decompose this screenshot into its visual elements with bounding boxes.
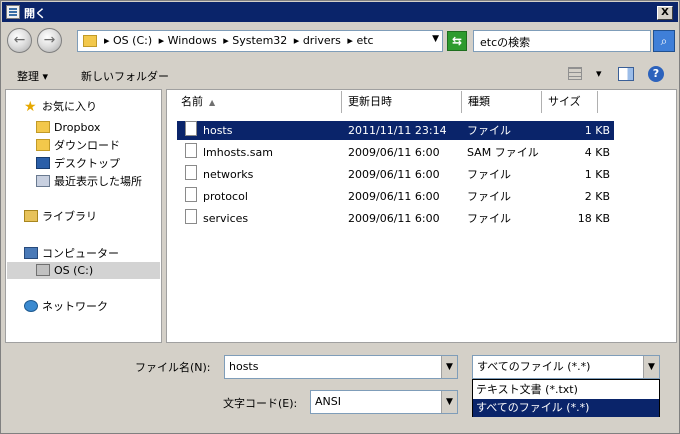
sidebar-item-libraries[interactable]: ライブラリ [24, 208, 97, 225]
new-folder-button[interactable]: 新しいフォルダー [81, 68, 169, 84]
breadcrumb-etc[interactable]: ▸ etc [347, 34, 373, 47]
navigation-pane: ★ お気に入り Dropbox ダウンロード デスクトップ 最近表示した場所 ライ… [5, 89, 162, 343]
organize-button[interactable]: 整理 ▾ [17, 68, 48, 84]
sidebar-item-recent[interactable]: 最近表示した場所 [36, 173, 142, 190]
sidebar-item-desktop[interactable]: デスクトップ [36, 155, 120, 172]
file-type: ファイル [467, 212, 511, 225]
chevron-down-icon[interactable]: ▼ [432, 34, 439, 44]
back-button[interactable]: ← [7, 28, 32, 53]
file-type: ファイル [467, 168, 511, 181]
breadcrumb-system32[interactable]: ▸ System32 [223, 34, 287, 47]
table-row[interactable]: networks 2009/06/11 6:00 ファイル 1 KB [177, 165, 614, 184]
file-icon [185, 165, 197, 180]
file-type: SAM ファイル [467, 146, 539, 159]
encoding-value: ANSI [315, 395, 341, 408]
preview-pane-icon[interactable] [618, 67, 634, 81]
breadcrumb-drivers[interactable]: ▸ drivers [294, 34, 341, 47]
encoding-label: 文字コード(E): [223, 397, 298, 410]
sidebar-item-computer[interactable]: コンピューター [24, 245, 119, 262]
search-icon[interactable]: ⌕ [653, 30, 675, 52]
folder-icon [83, 35, 97, 47]
table-row[interactable]: protocol 2009/06/11 6:00 ファイル 2 KB [177, 187, 614, 206]
desktop-icon [36, 157, 50, 169]
file-size: 1 KB [584, 168, 610, 181]
column-header-date[interactable]: 更新日時 [342, 91, 462, 113]
file-type-option-all[interactable]: すべてのファイル (*.*) [473, 399, 659, 417]
file-type: ファイル [467, 190, 511, 203]
filename-value: hosts [229, 360, 259, 373]
encoding-select[interactable]: ANSI ▼ [310, 390, 458, 414]
file-date: 2009/06/11 6:00 [348, 146, 440, 159]
views-dropdown-arrow[interactable]: ▾ [596, 67, 602, 80]
sidebar-item-network[interactable]: ネットワーク [24, 298, 108, 315]
drive-icon [36, 264, 50, 276]
file-icon [185, 209, 197, 224]
column-header-size[interactable]: サイズ [542, 91, 598, 113]
filename-label: ファイル名(N): [135, 361, 211, 374]
views-icon[interactable] [568, 67, 582, 80]
sidebar-item-downloads[interactable]: ダウンロード [36, 137, 120, 154]
column-header-type[interactable]: 種類 [462, 91, 542, 113]
chevron-down-icon[interactable]: ▼ [441, 391, 457, 413]
computer-icon [24, 247, 38, 259]
help-icon[interactable]: ? [648, 66, 664, 82]
forward-button[interactable]: → [37, 28, 62, 53]
table-row[interactable]: services 2009/06/11 6:00 ファイル 18 KB [177, 209, 614, 228]
file-size: 1 KB [584, 124, 610, 137]
file-name: protocol [203, 190, 248, 203]
chevron-down-icon[interactable]: ▼ [441, 356, 457, 378]
file-name: lmhosts.sam [203, 146, 273, 159]
file-size: 2 KB [584, 190, 610, 203]
breadcrumb-os[interactable]: ▸ OS (C:) [104, 34, 152, 47]
chevron-down-icon[interactable]: ▼ [643, 356, 659, 378]
open-dialog: 開く X ← → ▸ OS (C:) ▸ Windows ▸ System32 … [0, 0, 680, 434]
sidebar-item-dropbox[interactable]: Dropbox [36, 119, 100, 136]
file-date: 2009/06/11 6:00 [348, 190, 440, 203]
file-type-dropdown-list: テキスト文書 (*.txt) すべてのファイル (*.*) [472, 379, 660, 417]
command-bar: 整理 ▾ 新しいフォルダー ▾ ? [5, 63, 677, 87]
address-bar[interactable]: ▸ OS (C:) ▸ Windows ▸ System32 ▸ drivers… [77, 30, 443, 52]
file-date: 2011/11/11 23:14 [348, 124, 447, 137]
file-icon [185, 143, 197, 158]
file-type-select[interactable]: すべてのファイル (*.*) ▼ [472, 355, 660, 379]
refresh-button[interactable]: ⇆ [447, 31, 467, 51]
breadcrumb: ▸ OS (C:) ▸ Windows ▸ System32 ▸ drivers… [104, 34, 377, 47]
library-icon [24, 210, 38, 222]
filename-field[interactable]: hosts ▼ [224, 355, 458, 379]
close-button[interactable]: X [657, 6, 673, 20]
folder-icon [36, 121, 50, 133]
network-icon [24, 300, 38, 312]
star-icon: ★ [24, 98, 37, 115]
sidebar-item-favorites[interactable]: ★ お気に入り [24, 98, 97, 115]
file-type-value: すべてのファイル (*.*) [477, 360, 591, 373]
file-size: 4 KB [584, 146, 610, 159]
search-input[interactable]: etcの検索 [473, 30, 651, 52]
file-list: 名前 ▲ 更新日時 種類 サイズ hosts 2011/11/11 23:14 フ… [166, 89, 677, 343]
table-row[interactable]: hosts 2011/11/11 23:14 ファイル 1 KB [177, 121, 614, 140]
file-size: 18 KB [577, 212, 610, 225]
download-folder-icon [36, 139, 50, 151]
table-row[interactable]: lmhosts.sam 2009/06/11 6:00 SAM ファイル 4 K… [177, 143, 614, 162]
file-type-option-txt[interactable]: テキスト文書 (*.txt) [473, 381, 659, 399]
sort-ascending-icon: ▲ [209, 98, 216, 107]
recent-places-icon [36, 175, 50, 187]
breadcrumb-windows[interactable]: ▸ Windows [159, 34, 217, 47]
column-header-name[interactable]: 名前 ▲ [175, 91, 342, 113]
file-name: hosts [203, 124, 233, 137]
file-name: networks [203, 168, 254, 181]
file-icon [185, 187, 197, 202]
file-date: 2009/06/11 6:00 [348, 212, 440, 225]
title-bar: 開く X [2, 2, 678, 22]
file-name: services [203, 212, 249, 225]
file-icon [185, 121, 197, 136]
sidebar-item-drive-c[interactable]: OS (C:) [7, 262, 160, 279]
navigation-bar: ← → ▸ OS (C:) ▸ Windows ▸ System32 ▸ dri… [5, 27, 677, 57]
notepad-icon [6, 5, 20, 19]
window-title: 開く [24, 7, 46, 20]
file-type: ファイル [467, 124, 511, 137]
file-date: 2009/06/11 6:00 [348, 168, 440, 181]
